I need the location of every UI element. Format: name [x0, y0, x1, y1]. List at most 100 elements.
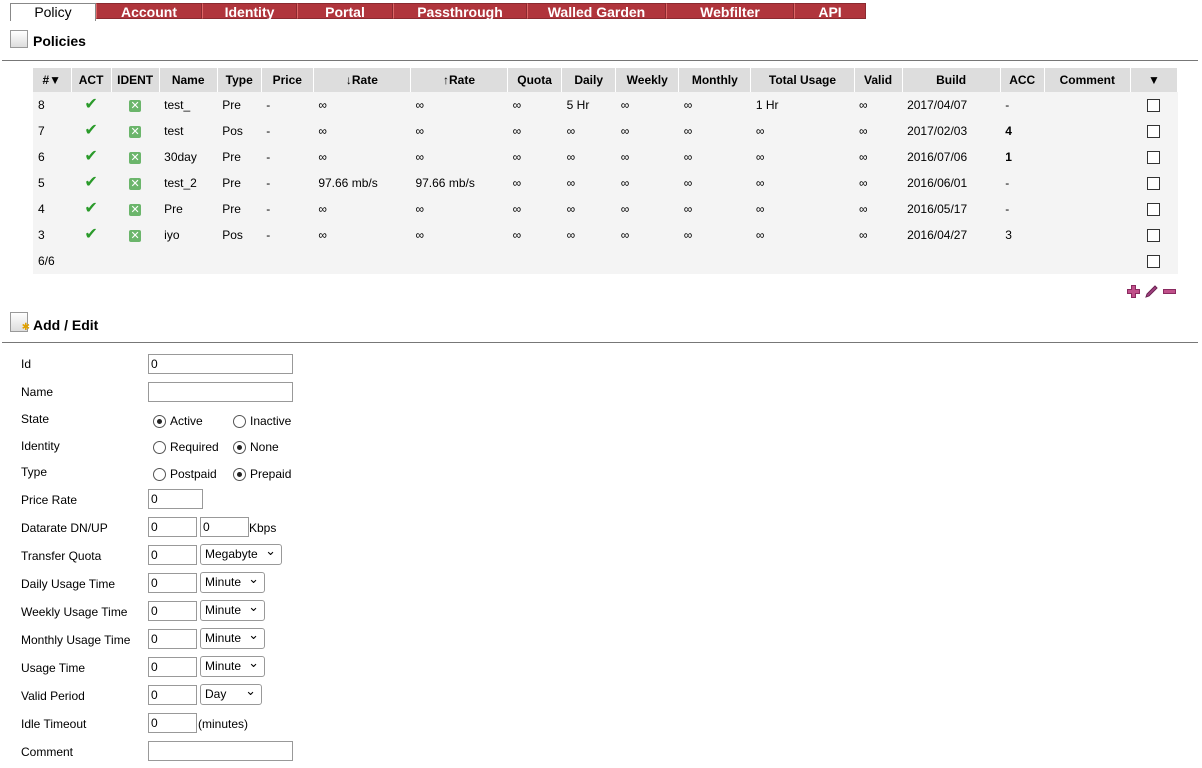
cell-price: - [266, 124, 271, 138]
row-select-checkbox[interactable] [1147, 177, 1161, 191]
add-icon[interactable] [1126, 284, 1141, 299]
cell-price: - [266, 176, 271, 190]
cell-up-rate: ∞ [415, 98, 425, 112]
table-row[interactable]: 5 ✔ ✕ test_2 Pre - 97.66 mb/s 97.66 mb/s… [33, 170, 1178, 196]
col-up-rate-header[interactable]: ↑Rate [410, 68, 509, 92]
cell-id: 6 [38, 150, 45, 164]
id-field[interactable] [148, 354, 293, 374]
idle-timeout-unit: (minutes) [198, 717, 249, 731]
transfer-quota-unit-select[interactable]: Megabyte [200, 543, 282, 565]
daily-usage-field[interactable] [148, 573, 197, 593]
row-select-checkbox[interactable] [1147, 99, 1161, 113]
col-weekly-header[interactable]: Weekly [615, 68, 680, 92]
tab-walled-garden[interactable]: Walled Garden [527, 3, 666, 20]
cell-id: 7 [38, 124, 45, 138]
usage-time-unit-select[interactable]: Minute [200, 655, 265, 677]
cell-monthly: ∞ [683, 98, 693, 112]
type-postpaid-radio[interactable]: Postpaid [153, 467, 217, 481]
remove-icon[interactable] [1162, 284, 1177, 299]
row-select-checkbox[interactable] [1147, 203, 1161, 217]
tab-passthrough[interactable]: Passthrough [393, 3, 527, 20]
cell-valid: ∞ [859, 124, 868, 138]
cell-weekly: ∞ [620, 124, 630, 138]
tab-identity[interactable]: Identity [202, 3, 297, 20]
cell-acc: 1 [1005, 150, 1012, 164]
cell-total-usage: ∞ [755, 228, 765, 242]
col-down-rate-header[interactable]: ↓Rate [313, 68, 411, 92]
cell-id: 5 [38, 176, 45, 190]
name-field[interactable] [148, 382, 293, 402]
cross-icon: ✕ [129, 152, 142, 164]
table-row[interactable]: 8 ✔ ✕ test_ Pre - ∞ ∞ ∞ 5 Hr ∞ ∞ 1 Hr ∞ … [33, 92, 1178, 118]
cell-up-rate: ∞ [415, 202, 425, 216]
valid-period-field[interactable] [148, 685, 197, 705]
price-rate-field[interactable] [148, 489, 203, 509]
table-row[interactable]: 4 ✔ ✕ Pre Pre - ∞ ∞ ∞ ∞ ∞ ∞ ∞ ∞ 2016/05/… [33, 196, 1178, 222]
state-inactive-radio[interactable]: Inactive [233, 414, 291, 428]
cell-daily: ∞ [566, 202, 576, 216]
col-monthly-header[interactable]: Monthly [678, 68, 752, 92]
tab-account[interactable]: Account [96, 3, 202, 20]
tab-api[interactable]: API [794, 3, 866, 20]
transfer-quota-field[interactable] [148, 545, 197, 565]
cell-monthly: ∞ [683, 176, 693, 190]
cross-icon: ✕ [129, 100, 142, 112]
col-quota-header[interactable]: Quota [507, 68, 563, 92]
state-active-radio[interactable]: Active [153, 414, 203, 428]
row-select-checkbox[interactable] [1147, 125, 1161, 139]
col-act-header[interactable]: ACT [71, 68, 112, 92]
cell-name: Pre [164, 202, 183, 216]
col-comment-header[interactable]: Comment [1044, 68, 1131, 92]
cell-comment [1044, 196, 1130, 222]
cell-up-rate: 97.66 mb/s [415, 176, 475, 190]
identity-none-radio[interactable]: None [233, 440, 279, 454]
cell-type: Pre [222, 202, 241, 216]
row-select-checkbox[interactable] [1147, 151, 1161, 165]
policies-title: Policies [33, 33, 86, 49]
col-build-header[interactable]: Build [902, 68, 1001, 92]
monthly-usage-unit-select[interactable]: Minute [200, 627, 265, 649]
select-all-checkbox[interactable] [1147, 255, 1161, 269]
col-id-header[interactable]: #▼ [33, 68, 72, 92]
col-price-header[interactable]: Price [261, 68, 314, 92]
col-acc-header[interactable]: ACC [1000, 68, 1045, 92]
divider [2, 60, 1198, 61]
col-valid-header[interactable]: Valid [854, 68, 903, 92]
table-row[interactable]: 6 ✔ ✕ 30day Pre - ∞ ∞ ∞ ∞ ∞ ∞ ∞ ∞ 2016/0… [33, 144, 1178, 170]
tab-webfilter[interactable]: Webfilter [666, 3, 794, 20]
weekly-usage-field[interactable] [148, 601, 197, 621]
comment-field[interactable] [148, 741, 293, 761]
tab-portal[interactable]: Portal [297, 3, 393, 20]
col-type-header[interactable]: Type [217, 68, 262, 92]
col-ident-header[interactable]: IDENT [111, 68, 160, 92]
cell-quota: ∞ [512, 124, 522, 138]
cell-weekly: ∞ [620, 228, 630, 242]
table-row[interactable]: 3 ✔ ✕ iyo Pos - ∞ ∞ ∞ ∞ ∞ ∞ ∞ ∞ 2016/04/… [33, 222, 1178, 248]
col-name-header[interactable]: Name [159, 68, 218, 92]
col-daily-header[interactable]: Daily [561, 68, 617, 92]
daily-usage-unit-select[interactable]: Minute [200, 571, 265, 593]
datarate-dn-field[interactable] [148, 517, 197, 537]
cell-quota: ∞ [512, 202, 522, 216]
type-prepaid-radio[interactable]: Prepaid [233, 467, 291, 481]
weekly-usage-unit-select[interactable]: Minute [200, 599, 265, 621]
col-select-header[interactable]: ▼ [1130, 68, 1179, 92]
tab-policy[interactable]: Policy [10, 3, 96, 21]
identity-label: Identity [21, 439, 60, 453]
id-label: Id [21, 357, 32, 371]
row-select-checkbox[interactable] [1147, 229, 1161, 243]
col-total-usage-header[interactable]: Total Usage [750, 68, 855, 92]
idle-timeout-field[interactable] [148, 713, 197, 733]
datarate-up-field[interactable] [200, 517, 249, 537]
table-row[interactable]: 7 ✔ ✕ test Pos - ∞ ∞ ∞ ∞ ∞ ∞ ∞ ∞ 2017/02… [33, 118, 1178, 144]
edit-icon[interactable] [1144, 284, 1159, 299]
monthly-usage-field[interactable] [148, 629, 197, 649]
cell-daily: 5 Hr [566, 98, 590, 112]
cell-down-rate: ∞ [318, 202, 327, 216]
usage-time-field[interactable] [148, 657, 197, 677]
cell-price: - [266, 98, 271, 112]
identity-required-radio[interactable]: Required [153, 440, 219, 454]
cell-acc: 4 [1005, 124, 1012, 138]
valid-period-unit-select[interactable]: Day [200, 683, 262, 705]
cell-weekly: ∞ [620, 202, 630, 216]
